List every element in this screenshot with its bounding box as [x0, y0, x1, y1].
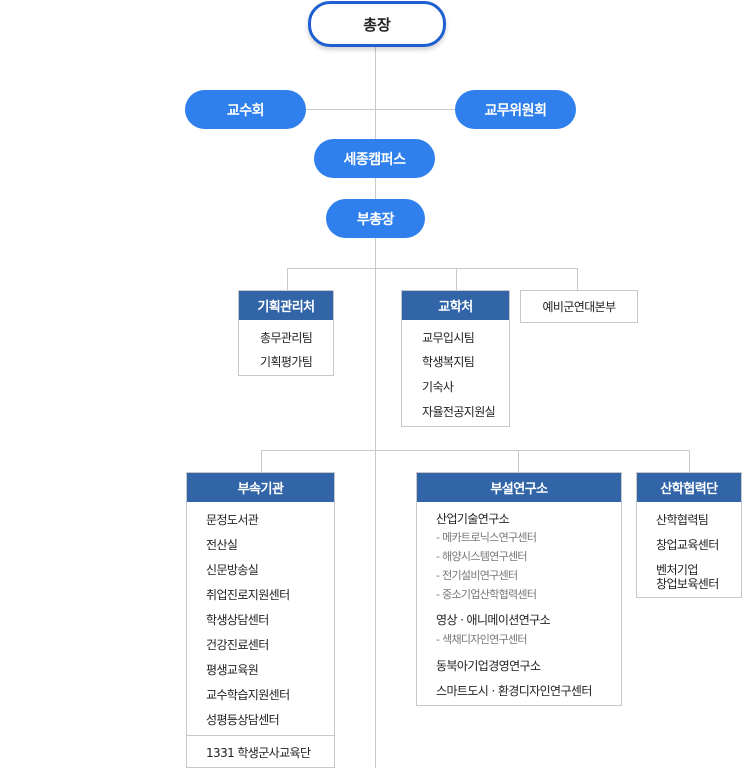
connector-affiliated — [261, 450, 262, 472]
planning-office-box: 기획관리처 총무관리팀 기획평가팀 — [238, 290, 334, 376]
affiliated-box: 부속기관 문정도서관 전산실 신문방송실 취업진로지원센터 학생상담센터 건강진… — [186, 472, 335, 768]
center-name[interactable]: - 중소기업산학협력센터 — [436, 586, 537, 602]
industry-box: 산학협력단 산학협력팀 창업교육센터 벤처기업 창업보육센터 — [636, 472, 742, 598]
connector-industry — [689, 450, 690, 472]
academic-affairs-box: 교학처 교무입시팀 학생복지팀 기숙사 자율전공지원실 — [401, 290, 510, 427]
level3-bus — [287, 268, 578, 269]
industry-title[interactable]: 산학협력단 — [637, 473, 741, 502]
level4-bus — [261, 450, 690, 451]
list-item[interactable]: 성평등상담센터 — [206, 711, 280, 728]
institute-name[interactable]: 동북아기업경영연구소 — [436, 657, 541, 674]
council-connector — [300, 109, 460, 110]
list-item[interactable]: 문정도서관 — [206, 511, 259, 528]
list-item[interactable]: 학생복지팀 — [422, 353, 475, 370]
institute-name[interactable]: 산업기술연구소 — [436, 510, 510, 527]
list-item[interactable]: 기획평가팀 — [260, 353, 313, 370]
academic-committee-node[interactable]: 교무위원회 — [455, 90, 576, 129]
connector-planning — [287, 268, 288, 290]
research-title[interactable]: 부설연구소 — [417, 473, 621, 502]
president-node[interactable]: 총장 — [308, 1, 446, 47]
list-item[interactable]: 학생상담센터 — [206, 611, 269, 628]
institute-name[interactable]: 스마트도시 · 환경디자인연구센터 — [436, 682, 592, 699]
center-name[interactable]: - 전기설비연구센터 — [436, 567, 518, 583]
sejong-campus-node[interactable]: 세종캠퍼스 — [314, 139, 435, 178]
list-item[interactable]: 건강진료센터 — [206, 636, 269, 653]
list-item[interactable]: 창업보육센터 — [656, 575, 719, 592]
connector-academic — [456, 268, 457, 290]
list-item[interactable]: 평생교육원 — [206, 661, 259, 678]
list-item[interactable]: 신문방송실 — [206, 561, 259, 578]
research-box: 부설연구소 산업기술연구소 - 메카트로닉스연구센터 - 해양시스템연구센터 -… — [416, 472, 622, 706]
list-item[interactable]: 기숙사 — [422, 378, 454, 395]
list-item[interactable]: 총무관리팀 — [260, 329, 313, 346]
list-item[interactable]: 교수학습지원센터 — [206, 686, 290, 703]
connector-reserve — [577, 268, 578, 290]
reserve-hq-box[interactable]: 예비군연대본부 — [520, 290, 638, 323]
connector-research — [518, 450, 519, 472]
center-name[interactable]: - 색채디자인연구센터 — [436, 631, 528, 647]
planning-office-title[interactable]: 기획관리처 — [239, 291, 333, 320]
list-item[interactable]: 창업교육센터 — [656, 536, 719, 553]
list-item[interactable]: 자율전공지원실 — [422, 403, 496, 420]
list-item[interactable]: 1331 학생군사교육단 — [206, 744, 311, 761]
affiliated-title[interactable]: 부속기관 — [187, 473, 334, 502]
institute-name[interactable]: 영상 · 애니메이션연구소 — [436, 611, 551, 628]
academic-affairs-title[interactable]: 교학처 — [402, 291, 509, 320]
center-name[interactable]: - 해양시스템연구센터 — [436, 548, 528, 564]
center-name[interactable]: - 메카트로닉스연구센터 — [436, 529, 537, 545]
list-item[interactable]: 교무입시팀 — [422, 329, 475, 346]
vice-president-node[interactable]: 부총장 — [326, 199, 425, 238]
list-item[interactable]: 취업진로지원센터 — [206, 586, 290, 603]
list-item[interactable]: 산학협력팀 — [656, 511, 709, 528]
list-item[interactable]: 전산실 — [206, 536, 238, 553]
faculty-council-node[interactable]: 교수회 — [185, 90, 306, 129]
divider — [187, 735, 334, 736]
